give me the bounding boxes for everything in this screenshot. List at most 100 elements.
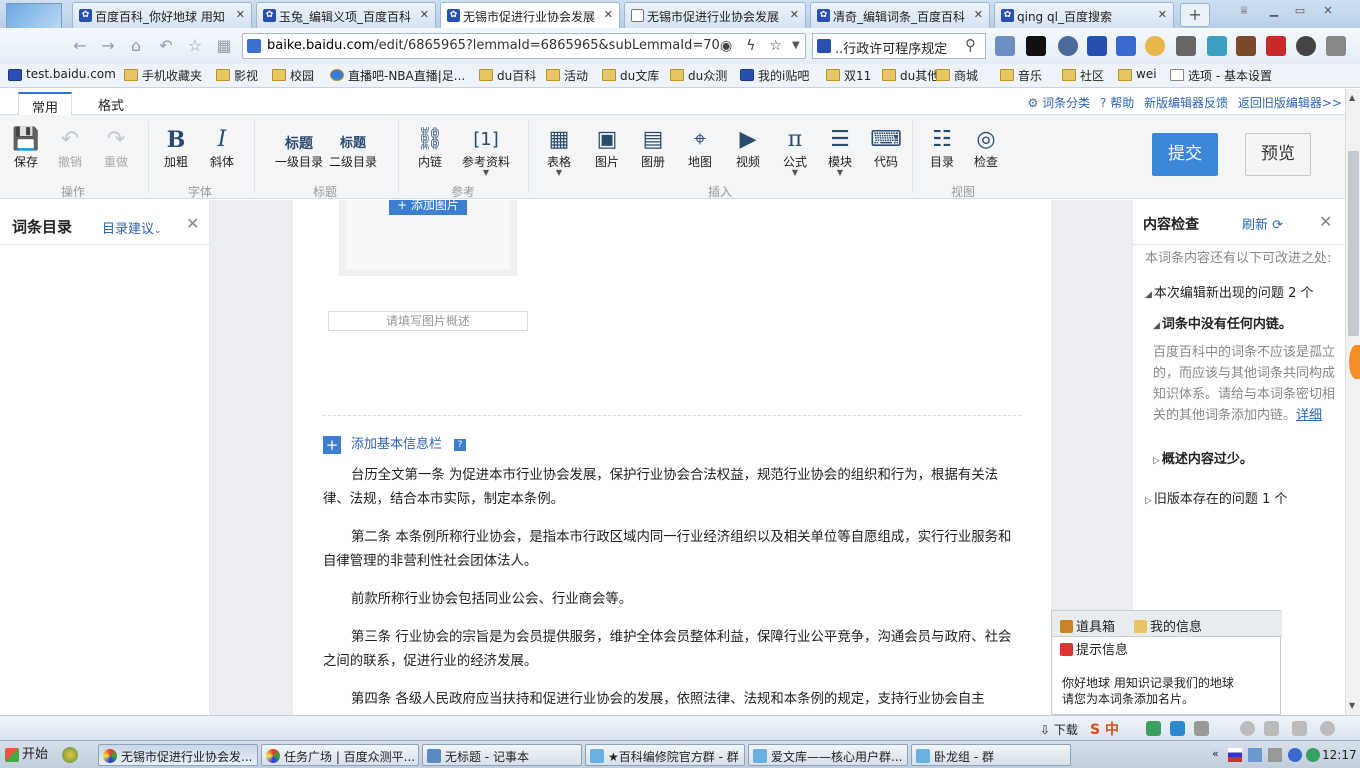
window-icon[interactable] [1292,721,1307,736]
tab-my-info[interactable]: 我的信息 [1134,616,1202,635]
issue-detail-link[interactable]: 详细 [1296,408,1322,423]
help-icon[interactable]: ? [454,438,467,451]
image-caption-input[interactable]: 请填写图片概述 [328,311,528,331]
help-link[interactable]: 帮助 [1110,96,1134,110]
scroll-down-icon[interactable]: ▼ [1349,701,1355,710]
speed-icon[interactable]: ϟ [746,38,769,54]
issue-toggle[interactable]: ◢ 词条中没有任何内链。 [1153,314,1343,337]
chevron-down-icon[interactable]: ▼ [792,40,800,51]
browser-tab-active[interactable]: ✿ 无锡市促进行业协会发展 ✕ [440,2,620,28]
bookmark-folder[interactable]: du百科 [479,67,536,85]
bookmark-folder[interactable]: du其他 [882,67,939,85]
extension-icon[interactable] [1026,36,1046,56]
image-button[interactable]: ▣ 图片 [587,127,627,170]
close-icon[interactable]: ✕ [236,8,245,21]
redo-button[interactable]: ↷ 重做 [96,127,136,170]
new-tab-button[interactable]: + [1180,3,1210,27]
category-link[interactable]: 词条分类 [1042,96,1090,110]
extension-icon[interactable] [995,36,1015,56]
scrollbar-thumb[interactable] [1348,151,1359,336]
start-button[interactable]: 开始 [2,744,52,766]
check-button[interactable]: ◎ 检查 [966,127,1006,170]
feedback-link[interactable]: 新版编辑器反馈 [1144,96,1228,110]
bookmark-item[interactable]: test.baidu.com [8,67,116,85]
bookmark-item[interactable]: 我的i贴吧 [740,67,809,85]
paragraph[interactable]: 第四条 各级人民政府应当扶持和促进行业协会的发展，依照法律、法规和本条例的规定，… [323,688,1021,712]
bookmark-folder[interactable]: 校园 [272,67,314,85]
music-icon[interactable] [1116,36,1136,56]
close-icon[interactable]: ✕ [186,214,199,233]
add-basic-info-button[interactable]: + 添加基本信息栏? [323,433,467,454]
browser-tab[interactable]: ✿ 百度百科_你好地球 用知 ✕ [72,2,252,28]
volume-icon[interactable] [1264,721,1279,736]
tray-app-icon[interactable] [1306,748,1320,762]
maximize-icon[interactable]: ▭ [1292,4,1308,18]
italic-button[interactable]: I 斜体 [202,127,242,170]
extension-icon[interactable] [1296,36,1316,56]
back-icon[interactable]: ← [70,36,90,56]
download-button[interactable]: ⇩ 下载 [1040,721,1078,738]
tray-expand-icon[interactable]: « [1212,747,1219,760]
browser-tab[interactable]: ✿ 玉兔_编辑义项_百度百科 ✕ [256,2,436,28]
extension-icon[interactable] [1207,36,1227,56]
favorite-star-icon[interactable]: ☆ [185,36,205,56]
undo-close-icon[interactable]: ↶ [156,36,176,56]
close-icon[interactable]: ✕ [604,8,613,21]
reference-button[interactable]: [1] 参考资料 ▼ [458,127,514,177]
idea-icon[interactable]: ◉ [720,38,746,54]
taskbar-item[interactable]: ★百科编修院官方群 - 群 [585,744,745,766]
language-flag-icon[interactable] [1228,748,1242,762]
close-icon[interactable]: ✕ [1319,212,1332,231]
security-icon[interactable] [1240,721,1255,736]
search-input[interactable]: ..行政许可程序规定 ⚲ [812,33,986,59]
extension-icon[interactable] [1176,36,1196,56]
browser-tab[interactable]: 无锡市促进行业协会发展 ✕ [624,2,806,28]
new-issues-toggle[interactable]: ◢ 本次编辑新出现的问题 2 个 [1145,283,1341,306]
scroll-up-icon[interactable]: ▲ [1349,93,1355,102]
bookmark-item[interactable]: 选项 - 基本设置 [1170,67,1272,85]
toc-button[interactable]: ☷ 目录 [922,127,962,170]
album-button[interactable]: ▤ 图册 [633,127,673,170]
bookmark-folder[interactable]: 商城 [936,67,978,85]
tray-app-icon[interactable] [1288,748,1302,762]
paragraph[interactable]: 第三条 行业协会的宗旨是为会员提供服务，维护全体会员整体利益，保障行业公平竞争，… [323,626,1021,674]
ime-toolbar-icon[interactable] [1146,721,1161,736]
bookmark-folder[interactable]: wei [1118,67,1157,85]
toc-suggest-dropdown[interactable]: 目录建议⌄ [102,218,162,237]
paragraph[interactable]: 第二条 本条例所称行业协会，是指本市行政区域内同一行业经济组织以及相关单位等自愿… [323,526,1021,574]
forward-icon[interactable]: → [98,36,118,56]
zoom-icon[interactable] [1320,721,1335,736]
close-window-icon[interactable]: ✕ [1320,4,1336,18]
taskbar-item[interactable]: 卧龙组 - 群 [911,744,1071,766]
save-button[interactable]: 💾 保存 [6,127,46,170]
submit-button[interactable]: 提交 [1152,133,1218,176]
close-icon[interactable]: ✕ [420,8,429,21]
calendar-icon[interactable] [1266,36,1286,56]
old-editor-link[interactable]: 返回旧版编辑器>> [1238,96,1342,110]
map-button[interactable]: ⌖ 地图 [680,127,720,170]
bookmark-folder[interactable]: 手机收藏夹 [124,67,202,85]
preview-button[interactable]: 预览 [1245,133,1311,176]
paragraph[interactable]: 前款所称行业协会包括同业公会、行业商会等。 [323,588,1021,612]
undo-button[interactable]: ↶ 撤销 [50,127,90,170]
close-icon[interactable]: ✕ [974,8,983,21]
bookmark-item[interactable]: 直播吧-NBA直播|足... [330,67,465,85]
tab-common[interactable]: 常用 [18,92,73,116]
ime-indicator[interactable]: S 中 [1090,719,1119,739]
inner-link-button[interactable]: ⛓ 内链 [410,127,450,170]
volume-icon[interactable] [1268,748,1282,762]
taskbar-item[interactable]: 爱文库——核心用户群... [748,744,908,766]
home-icon[interactable]: ⌂ [126,36,146,56]
code-button[interactable]: ⌨ 代码 [866,127,906,170]
tab-tips[interactable]: 提示信息 [1060,639,1128,658]
heading2-button[interactable]: 标题 二级目录 [328,131,378,170]
formula-button[interactable]: π 公式 ▼ [775,127,815,177]
search-icon[interactable]: ⚲ [965,36,976,54]
bookmark-folder[interactable]: 活动 [546,67,588,85]
video-button[interactable]: ▶ 视频 [728,127,768,170]
issue-toggle[interactable]: ▷ 概述内容过少。 [1153,449,1343,472]
paragraph[interactable]: 台历全文第一条 为促进本市行业协会发展，保护行业协会合法权益，规范行业协会的组织… [323,464,1021,512]
floating-widget[interactable] [1349,345,1360,379]
apps-grid-icon[interactable]: ▦ [214,36,234,56]
taskbar-item[interactable]: 无锡市促进行业协会发... [98,744,258,766]
